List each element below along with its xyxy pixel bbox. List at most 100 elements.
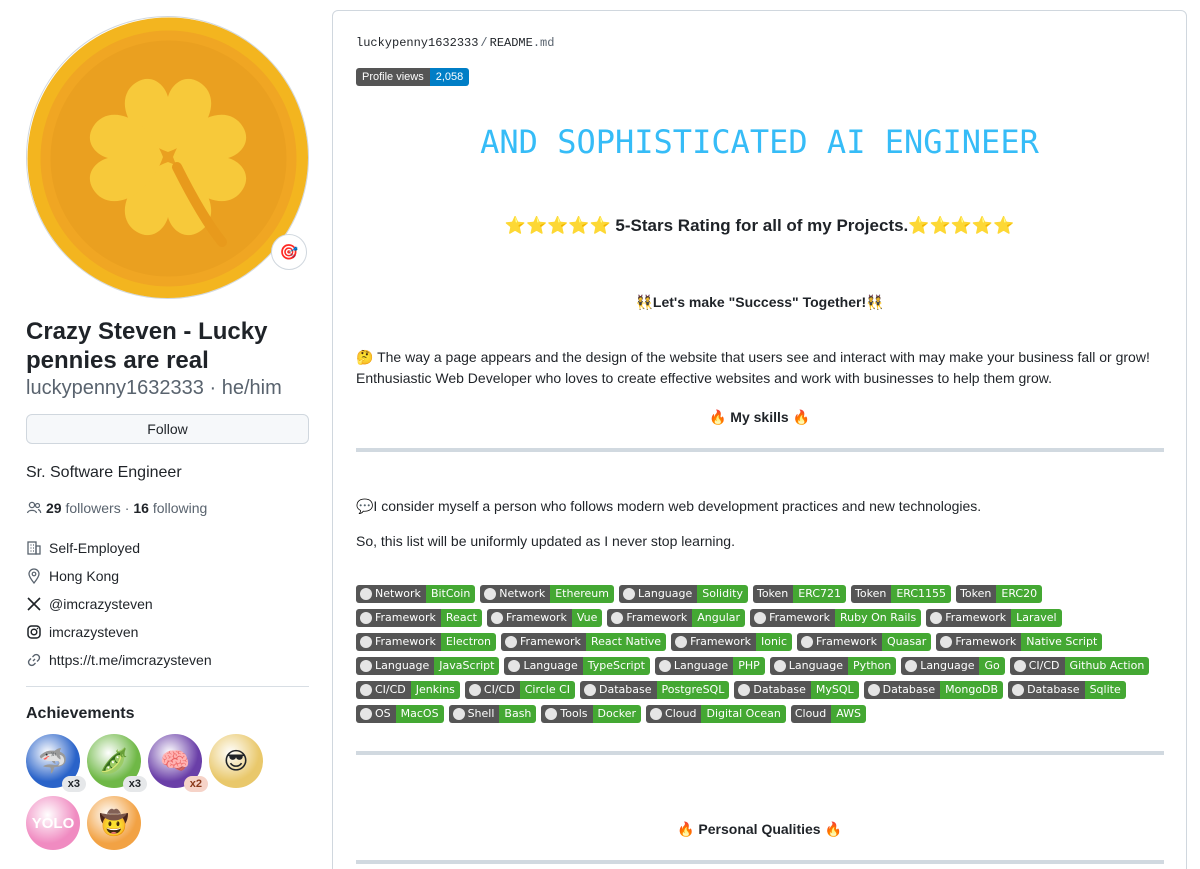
instagram-link[interactable]: imcrazysteven xyxy=(49,624,138,640)
achievement-quickdraw[interactable]: 😎 xyxy=(209,734,263,788)
profile-username: luckypenny1632333 xyxy=(26,377,204,399)
skill-badge-react-native: Framework React Native xyxy=(501,633,667,651)
badge-label: CI/CD xyxy=(464,681,520,699)
badge-label: Network xyxy=(480,585,551,603)
badge-value: Digital Ocean xyxy=(701,705,786,723)
electron-logo-icon xyxy=(360,636,372,648)
badge-label-text: Shell xyxy=(467,707,495,720)
badge-value: Quasar xyxy=(881,633,932,651)
intro-line-2: Enthusiastic Web Developer who loves to … xyxy=(356,370,1052,386)
badge-label-text: Framework xyxy=(690,635,751,648)
followers-following: 29 followers · 16 following xyxy=(26,500,309,516)
badge-label: Framework xyxy=(607,609,693,627)
together-heading: 👯Let's make "Success" Together!👯 xyxy=(635,294,884,310)
badge-label-text: Framework xyxy=(816,635,877,648)
badge-value: Bash xyxy=(499,705,537,723)
profile-full-name: Crazy Steven - Lucky pennies are real xyxy=(26,318,268,374)
javascript-logo-icon xyxy=(360,660,372,672)
x-handle-link[interactable]: @imcrazysteven xyxy=(49,596,153,612)
badge-label-text: OS xyxy=(375,707,391,720)
following-link[interactable]: 16 following xyxy=(133,500,207,516)
website-item[interactable]: https://t.me/imcrazysteven xyxy=(26,646,309,674)
skill-badge-erc721: Token ERC721 xyxy=(752,585,847,603)
skill-badge-digital-ocean: Cloud Digital Ocean xyxy=(646,705,786,723)
avatar[interactable] xyxy=(26,16,309,299)
badge-value: Solidity xyxy=(697,585,748,603)
consider-text: 💬I consider myself a person who follows … xyxy=(356,498,982,514)
badge-label-text: Tools xyxy=(560,707,588,720)
ethereum-logo-icon xyxy=(484,588,497,600)
company-text: Self-Employed xyxy=(49,540,141,556)
badge-value: PostgreSQL xyxy=(656,681,730,699)
badge-label-text: Framework xyxy=(769,611,830,624)
postgresql-logo-icon xyxy=(584,684,597,696)
company-item: Self-Employed xyxy=(26,534,309,562)
achievement-shark[interactable]: 🦈 x3 xyxy=(26,734,86,792)
skill-badge-javascript: Language JavaScript xyxy=(356,657,500,675)
badge-label-text: Network xyxy=(499,587,546,600)
skill-badge-ethereum: Network Ethereum xyxy=(480,585,614,603)
skill-badge-react: Framework React xyxy=(356,609,482,627)
skill-badge-docker: Tools Docker xyxy=(541,705,642,723)
react-native-logo-icon xyxy=(505,636,518,648)
badge-label-text: Framework xyxy=(505,611,567,624)
badge-label-text: Token xyxy=(756,587,789,600)
status-emoji-button[interactable]: 🎯 xyxy=(271,234,307,270)
location-item: Hong Kong xyxy=(26,562,309,590)
x-account-item[interactable]: @imcrazysteven xyxy=(26,590,309,618)
skill-badge-sqlite: Database Sqlite xyxy=(1008,681,1126,699)
badge-label-text: CI/CD xyxy=(483,683,515,696)
readme-card: luckypenny1632333/README.md Profile view… xyxy=(332,10,1187,869)
section-divider xyxy=(356,751,1164,755)
badge-value: TypeScript xyxy=(582,657,650,675)
badge-label: Framework xyxy=(356,633,441,651)
updated-text: So, this list will be uniformly updated … xyxy=(356,533,735,549)
sqlite-logo-icon xyxy=(1012,684,1025,696)
followers-link[interactable]: 29 followers xyxy=(46,500,121,516)
skill-badge-circle-ci: CI/CD Circle CI xyxy=(464,681,576,699)
achievement-galaxy-brain[interactable]: 🧠 x2 xyxy=(148,734,208,792)
achievement-yolo[interactable]: YOLO xyxy=(26,796,80,850)
skill-badge-jenkins: CI/CD Jenkins xyxy=(356,681,460,699)
badge-label-text: Framework xyxy=(626,611,688,624)
skill-badge-mysql: Database MySQL xyxy=(734,681,859,699)
achievement-starstruck[interactable]: 🤠 xyxy=(87,796,141,850)
badge-label-text: Framework xyxy=(955,635,1017,648)
clover-coin-image xyxy=(27,17,308,298)
badge-label-text: Language xyxy=(673,659,729,672)
badge-label: Database xyxy=(1008,681,1085,699)
readme-owner-link[interactable]: luckypenny1632333 xyxy=(356,36,478,50)
skill-badges: Network BitCoin Network Ethereum Language Sol… xyxy=(356,585,1166,723)
skill-badge-macos: OS MacOS xyxy=(356,705,444,723)
badge-label-text: Framework xyxy=(520,635,581,648)
badge-value: Ionic xyxy=(755,633,793,651)
skill-badge-angular: Framework Angular xyxy=(607,609,746,627)
badge-value: Python xyxy=(848,657,897,675)
target-icon: 🎯 xyxy=(279,244,299,261)
badge-value: React Native xyxy=(585,633,667,651)
skill-badge-python: Language Python xyxy=(769,657,897,675)
location-text: Hong Kong xyxy=(49,568,120,584)
follow-button[interactable]: Follow xyxy=(26,414,309,444)
skill-badge-native-script: Framework Native Script xyxy=(936,633,1103,651)
badge-label-text: Token xyxy=(960,587,992,600)
website-link[interactable]: https://t.me/imcrazysteven xyxy=(49,652,212,668)
jenkins-logo-icon xyxy=(360,684,372,696)
badge-label-text: Database xyxy=(599,683,652,696)
readme-file-ext: .md xyxy=(532,36,555,50)
badge-label-text: Cloud xyxy=(794,707,827,720)
intro-paragraph: 🤔 The way a page appears and the design … xyxy=(356,347,1166,389)
achievements-grid: 🦈 x3 🫛 x3 🧠 x2 😎 YOLO 🤠 xyxy=(26,734,286,850)
profile-views-count: 2,058 xyxy=(429,68,470,86)
circle-ci-logo-icon xyxy=(468,684,481,696)
yolo-badge-icon: YOLO xyxy=(26,796,80,850)
badge-label-text: Token xyxy=(855,587,887,600)
digital-ocean-logo-icon xyxy=(650,708,663,720)
laravel-logo-icon xyxy=(930,612,943,624)
achievements-heading[interactable]: Achievements xyxy=(26,705,309,723)
skill-badge-go: Language Go xyxy=(901,657,1005,675)
badge-label-text: Framework xyxy=(375,635,436,648)
badge-value: ERC721 xyxy=(793,585,847,603)
instagram-item[interactable]: imcrazysteven xyxy=(26,618,309,646)
achievement-pair[interactable]: 🫛 x3 xyxy=(87,734,147,792)
